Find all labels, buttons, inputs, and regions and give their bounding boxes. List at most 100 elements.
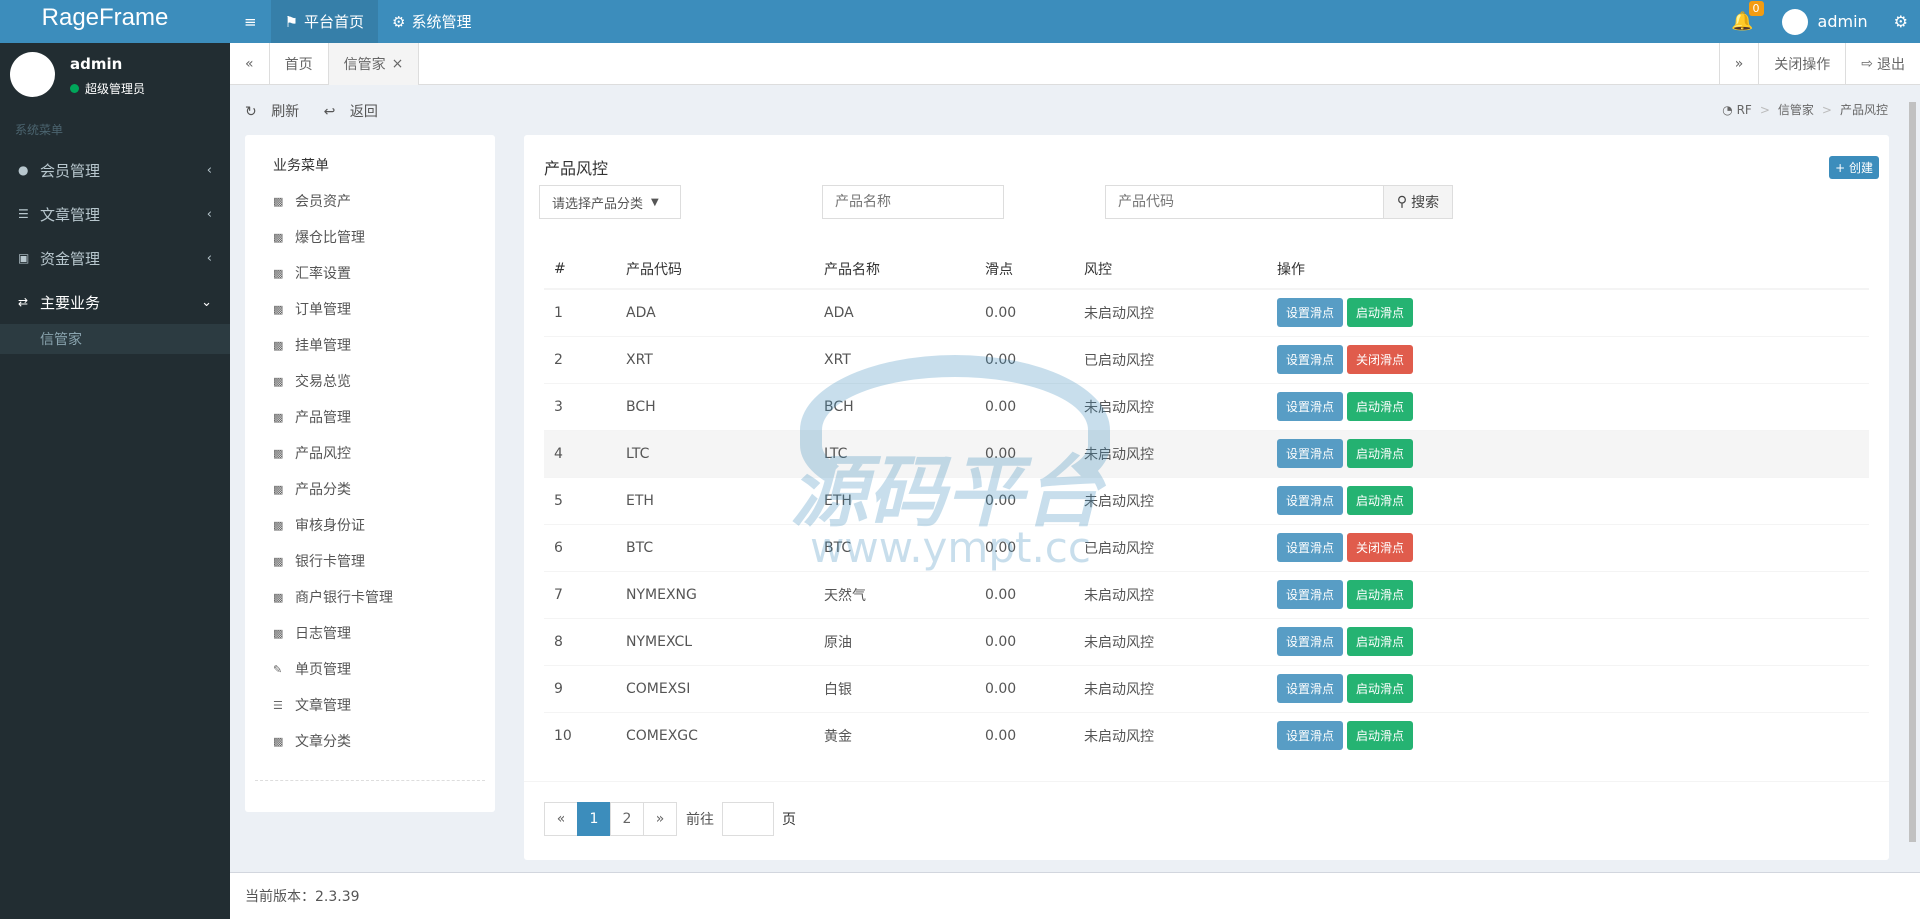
set-slippage-button[interactable]: 设置滑点: [1277, 486, 1344, 515]
business-menu-item[interactable]: ▩ 产品分类: [273, 471, 483, 507]
row-id: 10: [544, 711, 616, 759]
sign-out-icon: ⇨: [1861, 56, 1873, 72]
menu-toggle-button[interactable]: ≡: [230, 0, 271, 43]
page-suffix: 页: [782, 812, 796, 828]
goto-page-input[interactable]: [722, 802, 774, 836]
sidebar: admin 超级管理员 系统菜单 ● 会员管理 ‹ ☰ 文章管理 ‹ ▣ 资金管理 ‹ ⇄ 主…: [0, 43, 230, 919]
table-header-row: # 产品代码 产品名称 滑点 风控 操作: [544, 249, 1869, 290]
disable-slippage-button[interactable]: 关闭滑点: [1347, 533, 1414, 562]
enable-slippage-button[interactable]: 启动滑点: [1347, 627, 1414, 656]
scroll-tabs-left-button[interactable]: «: [230, 43, 270, 85]
row-actions: 设置滑点 启动滑点: [1267, 476, 1869, 524]
set-slippage-button[interactable]: 设置滑点: [1277, 674, 1344, 703]
business-menu-item[interactable]: ✎ 单页管理: [273, 651, 483, 687]
puzzle-icon: ▩: [273, 590, 284, 604]
enable-slippage-button[interactable]: 启动滑点: [1347, 721, 1414, 751]
puzzle-icon: ▩: [273, 302, 284, 316]
set-slippage-button[interactable]: 设置滑点: [1277, 439, 1344, 468]
pagination-prev[interactable]: «: [544, 802, 578, 836]
breadcrumb: ◔ RF > 信管家 > 产品风控: [1722, 103, 1888, 117]
enable-slippage-button[interactable]: 启动滑点: [1347, 392, 1414, 421]
business-menu-item[interactable]: ▩ 文章分类: [273, 723, 483, 759]
business-menu-item[interactable]: ▩ 订单管理: [273, 291, 483, 327]
business-menu-item[interactable]: ▩ 爆仓比管理: [273, 219, 483, 255]
tab-xinguanjia[interactable]: 信管家 ×: [328, 43, 420, 85]
set-slippage-button[interactable]: 设置滑点: [1277, 392, 1344, 421]
top-nav: ≡ ⚑ 平台首页 ⚙ 系统管理: [230, 0, 486, 43]
business-menu-item[interactable]: ▩ 产品管理: [273, 399, 483, 435]
business-menu-item-label: 文章管理: [295, 698, 351, 714]
scrollbar-thumb[interactable]: [1909, 102, 1916, 842]
business-menu-item[interactable]: ▩ 汇率设置: [273, 255, 483, 291]
set-slippage-button[interactable]: 设置滑点: [1277, 298, 1344, 328]
tab-home[interactable]: 首页: [270, 43, 329, 85]
row-slip: 0.00: [975, 476, 1074, 524]
set-slippage-button[interactable]: 设置滑点: [1277, 345, 1344, 374]
topnav-home-label: 平台首页: [304, 13, 365, 31]
business-menu-item[interactable]: ☰ 文章管理: [273, 687, 483, 723]
business-menu-item[interactable]: ▩ 挂单管理: [273, 327, 483, 363]
puzzle-icon: ▩: [273, 374, 284, 388]
row-risk: 未启动风控: [1074, 429, 1267, 477]
close-operations-button[interactable]: 关闭操作: [1758, 43, 1845, 85]
refresh-button[interactable]: ↻ 刷新: [245, 104, 309, 120]
product-code-input[interactable]: [1105, 185, 1384, 219]
back-button[interactable]: ↩ 返回: [324, 104, 388, 120]
chevron-down-icon: ⌄: [201, 294, 212, 310]
logout-button[interactable]: ⇨ 退出: [1845, 43, 1920, 85]
close-icon[interactable]: ×: [392, 56, 404, 72]
scroll-tabs-right-button[interactable]: »: [1718, 43, 1759, 85]
enable-slippage-button[interactable]: 启动滑点: [1347, 439, 1414, 468]
create-button[interactable]: + 创建: [1829, 156, 1879, 179]
goto-label: 前往: [686, 812, 714, 828]
user-avatar[interactable]: [1781, 8, 1808, 35]
sidebar-item-funds[interactable]: ▣ 资金管理 ‹: [0, 236, 230, 280]
business-menu-item[interactable]: ▩ 交易总览: [273, 363, 483, 399]
tab-spacer: [419, 43, 1718, 84]
business-menu-item[interactable]: ▩ 日志管理: [273, 615, 483, 651]
notifications-button[interactable]: 🔔 0: [1731, 1, 1764, 32]
row-id: 7: [544, 570, 616, 618]
sidebar-item-business[interactable]: ⇄ 主要业务 ⌄: [0, 280, 230, 324]
breadcrumb-parent[interactable]: 信管家: [1778, 103, 1814, 117]
pagination-page-2[interactable]: 2: [610, 802, 644, 836]
set-slippage-button[interactable]: 设置滑点: [1277, 580, 1344, 609]
set-slippage-button[interactable]: 设置滑点: [1277, 721, 1344, 751]
vertical-scrollbar[interactable]: [1906, 92, 1918, 870]
enable-slippage-button[interactable]: 启动滑点: [1347, 486, 1414, 515]
row-slip: 0.00: [975, 570, 1074, 618]
topnav-system[interactable]: ⚙ 系统管理: [378, 0, 485, 43]
business-menu-item[interactable]: ▩ 产品风控: [273, 435, 483, 471]
business-menu-item[interactable]: ▩ 审核身份证: [273, 507, 483, 543]
business-menu-item[interactable]: ▩ 商户银行卡管理: [273, 579, 483, 615]
user-menu[interactable]: admin: [1818, 12, 1868, 31]
breadcrumb-root[interactable]: RF: [1737, 103, 1752, 117]
pagination-page-1[interactable]: 1: [577, 802, 611, 836]
topnav-home[interactable]: ⚑ 平台首页: [270, 0, 379, 43]
search-button[interactable]: ⚲ 搜索: [1383, 185, 1453, 219]
disable-slippage-button[interactable]: 关闭滑点: [1347, 345, 1414, 374]
enable-slippage-button[interactable]: 启动滑点: [1347, 580, 1414, 609]
puzzle-icon: ▩: [273, 230, 284, 244]
main-panel: 产品风控 + 创建 请选择产品分类 ▼ ⚲搜索 #产品代码产品名称滑点风控操作 1…: [524, 135, 1889, 860]
enable-slippage-button[interactable]: 启动滑点: [1347, 674, 1414, 703]
set-slippage-button[interactable]: 设置滑点: [1277, 533, 1344, 562]
set-slippage-button[interactable]: 设置滑点: [1277, 627, 1344, 656]
row-name: BTC: [814, 523, 975, 571]
business-menu-item[interactable]: ▩ 会员资产: [273, 183, 483, 219]
app-logo[interactable]: RageFrame: [0, 0, 230, 43]
sidebar-item-members[interactable]: ● 会员管理 ‹: [0, 148, 230, 192]
chevron-left-icon: ‹: [206, 162, 212, 178]
row-id: 5: [544, 476, 616, 524]
chevron-left-icon: ‹: [206, 250, 212, 266]
pagination-next[interactable]: »: [643, 802, 677, 836]
business-menu-item[interactable]: ▩ 银行卡管理: [273, 543, 483, 579]
business-menu-item-label: 交易总览: [295, 374, 351, 390]
category-select[interactable]: 请选择产品分类 ▼: [539, 185, 681, 219]
product-name-input[interactable]: [822, 185, 1004, 219]
enable-slippage-button[interactable]: 启动滑点: [1347, 298, 1414, 328]
sidebar-item-articles[interactable]: ☰ 文章管理 ‹: [0, 192, 230, 236]
row-slip: 0.00: [975, 523, 1074, 571]
settings-cog-icon[interactable]: ⚙: [1894, 12, 1908, 31]
sidebar-subitem-xinguanjia[interactable]: 信管家: [0, 324, 230, 354]
